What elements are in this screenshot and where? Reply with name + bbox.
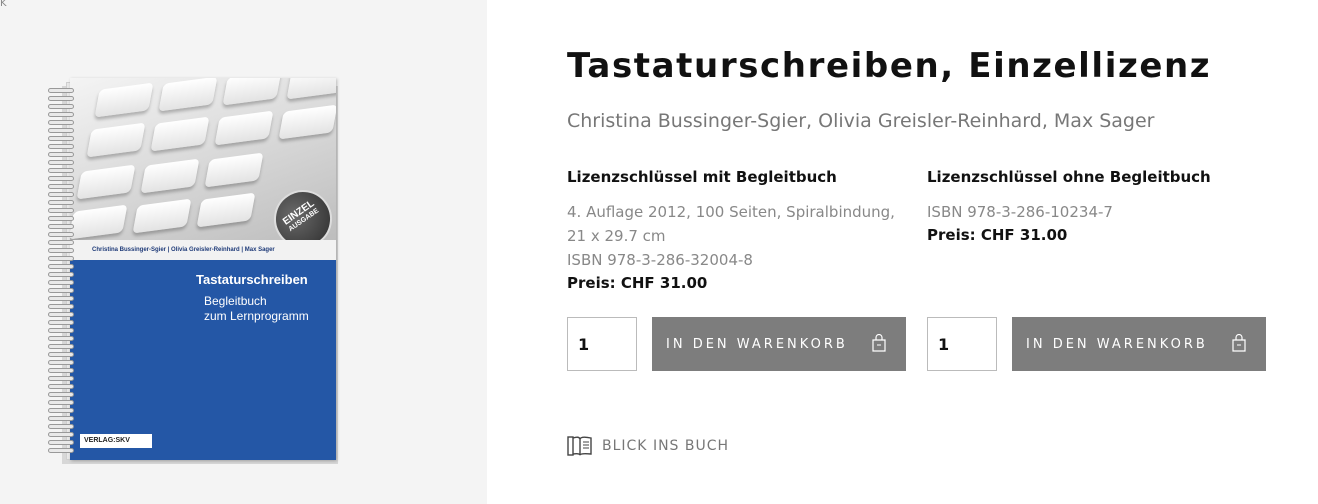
product-image-panel: K EINZEL AUSGABE Christina Bussinger-Sgi… (0, 0, 487, 504)
look-inside-link[interactable]: BLICK INS BUCH (567, 435, 729, 457)
spiral-coil (48, 360, 74, 365)
option-isbn: ISBN 978-3-286-10234-7 (927, 203, 1113, 221)
spiral-coil (48, 120, 74, 125)
book-cover: EINZEL AUSGABE Christina Bussinger-Sgier… (70, 78, 336, 460)
spiral-coil (48, 104, 74, 109)
spiral-coil (48, 160, 74, 165)
product-title: Tastaturschreiben, Einzellizenz (567, 46, 1212, 86)
keyboard-key (76, 164, 136, 200)
option-heading: Lizenzschlüssel mit Begleitbuch (567, 168, 837, 186)
quantity-input[interactable] (567, 317, 637, 371)
spiral-coil (48, 320, 74, 325)
spiral-coil (48, 424, 74, 429)
option-heading: Lizenzschlüssel ohne Begleitbuch (927, 168, 1211, 186)
spiral-coil (48, 440, 74, 445)
spiral-coil (48, 400, 74, 405)
spiral-coil (48, 232, 74, 237)
cover-authors: Christina Bussinger-Sgier | Olivia Greis… (70, 240, 336, 260)
spiral-binding (48, 88, 74, 454)
shopping-bag-icon (872, 334, 886, 352)
spiral-coil (48, 280, 74, 285)
add-to-cart-button[interactable]: IN DEN WARENKORB (652, 317, 906, 371)
option-price: Preis: CHF 31.00 (567, 274, 708, 292)
keyboard-key (214, 110, 274, 146)
spiral-coil (48, 368, 74, 373)
keyboard-key (204, 152, 264, 188)
option-details: ISBN 978-3-286-10234-7 (927, 200, 1272, 224)
spiral-coil (48, 256, 74, 261)
spiral-coil (48, 384, 74, 389)
option-details: 4. Auflage 2012, 100 Seiten, Spiralbindu… (567, 200, 912, 272)
spiral-coil (48, 248, 74, 253)
keyboard-key (150, 116, 210, 152)
spiral-coil (48, 112, 74, 117)
spiral-coil (48, 216, 74, 221)
add-to-cart-button[interactable]: IN DEN WARENKORB (1012, 317, 1266, 371)
look-inside-label: BLICK INS BUCH (602, 438, 730, 454)
spiral-coil (48, 312, 74, 317)
spiral-coil (48, 96, 74, 101)
keyboard-key (86, 122, 146, 158)
spiral-coil (48, 416, 74, 421)
spiral-coil (48, 240, 74, 245)
spiral-coil (48, 264, 74, 269)
spiral-coil (48, 176, 74, 181)
spiral-coil (48, 432, 74, 437)
spiral-coil (48, 208, 74, 213)
spiral-coil (48, 200, 74, 205)
cover-subtitle-line-2: zum Lernprogramm (204, 309, 309, 323)
keyboard-key (196, 192, 256, 228)
spiral-coil (48, 352, 74, 357)
spiral-coil (48, 184, 74, 189)
spiral-coil (48, 192, 74, 197)
spiral-coil (48, 448, 74, 453)
keyboard-key (222, 78, 282, 106)
keyboard-key (140, 158, 200, 194)
spiral-coil (48, 272, 74, 277)
spiral-coil (48, 344, 74, 349)
option-without-companion-book: Lizenzschlüssel ohne Begleitbuch ISBN 97… (927, 168, 1272, 244)
keyboard-key (94, 82, 154, 118)
keyboard-key (70, 204, 128, 240)
spiral-coil (48, 336, 74, 341)
spiral-coil (48, 288, 74, 293)
corner-mark: K (0, 0, 7, 9)
cover-blue-area: Tastaturschreiben Begleitbuch zum Lernpr… (70, 260, 336, 460)
open-book-icon (567, 436, 592, 456)
product-authors: Christina Bussinger-Sgier, Olivia Greisl… (567, 110, 1155, 132)
spiral-coil (48, 408, 74, 413)
quantity-input[interactable] (927, 317, 997, 371)
keyboard-key (286, 78, 336, 100)
option-isbn: ISBN 978-3-286-32004-8 (567, 251, 753, 269)
shopping-bag-icon (1232, 334, 1246, 352)
spiral-coil (48, 128, 74, 133)
spiral-coil (48, 296, 74, 301)
spiral-coil (48, 304, 74, 309)
spiral-coil (48, 224, 74, 229)
cover-subtitle: Begleitbuch zum Lernprogramm (204, 294, 309, 324)
spiral-coil (48, 136, 74, 141)
spiral-coil (48, 328, 74, 333)
option-price: Preis: CHF 31.00 (927, 226, 1068, 244)
spiral-coil (48, 376, 74, 381)
add-to-cart-label: IN DEN WARENKORB (1026, 336, 1208, 352)
book-cover-image[interactable]: EINZEL AUSGABE Christina Bussinger-Sgier… (48, 78, 338, 464)
add-to-cart-label: IN DEN WARENKORB (666, 336, 848, 352)
spiral-coil (48, 168, 74, 173)
keyboard-key (158, 78, 218, 112)
cover-subtitle-line-1: Begleitbuch (204, 294, 267, 308)
option-with-companion-book: Lizenzschlüssel mit Begleitbuch 4. Aufla… (567, 168, 912, 292)
keyboard-key (278, 104, 336, 140)
option-details-line: 4. Auflage 2012, 100 Seiten, Spiralbindu… (567, 203, 895, 245)
spiral-coil (48, 144, 74, 149)
cover-title: Tastaturschreiben (196, 272, 308, 287)
spiral-coil (48, 392, 74, 397)
spiral-coil (48, 88, 74, 93)
keyboard-key (132, 198, 192, 234)
spiral-coil (48, 152, 74, 157)
publisher-logo: VERLAG:SKV (80, 434, 152, 448)
